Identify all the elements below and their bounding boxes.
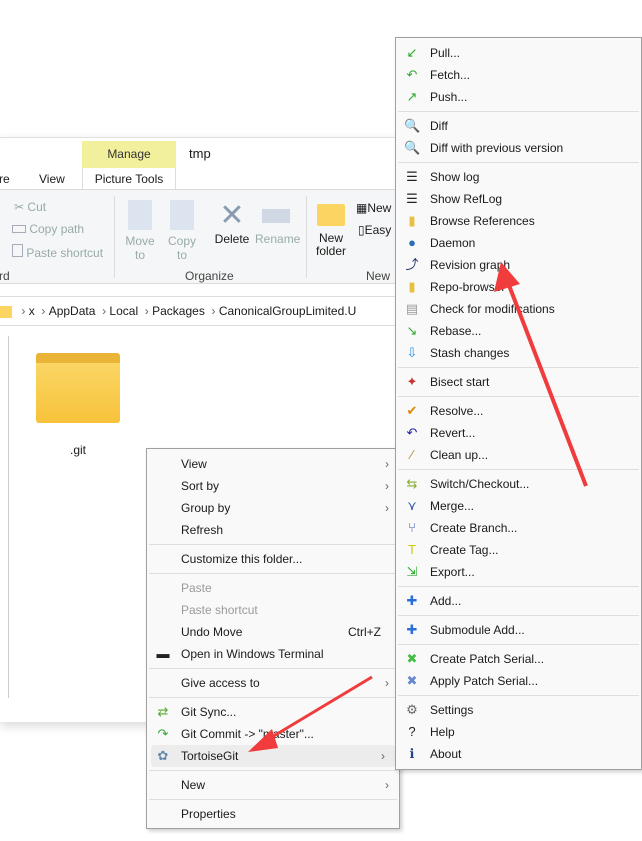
annotation-arrow-head — [248, 729, 278, 752]
annotation-arrow — [505, 279, 588, 487]
annotation-arrows — [248, 262, 588, 752]
annotation-arrow — [261, 675, 373, 745]
annotation-arrow-head — [494, 262, 520, 292]
